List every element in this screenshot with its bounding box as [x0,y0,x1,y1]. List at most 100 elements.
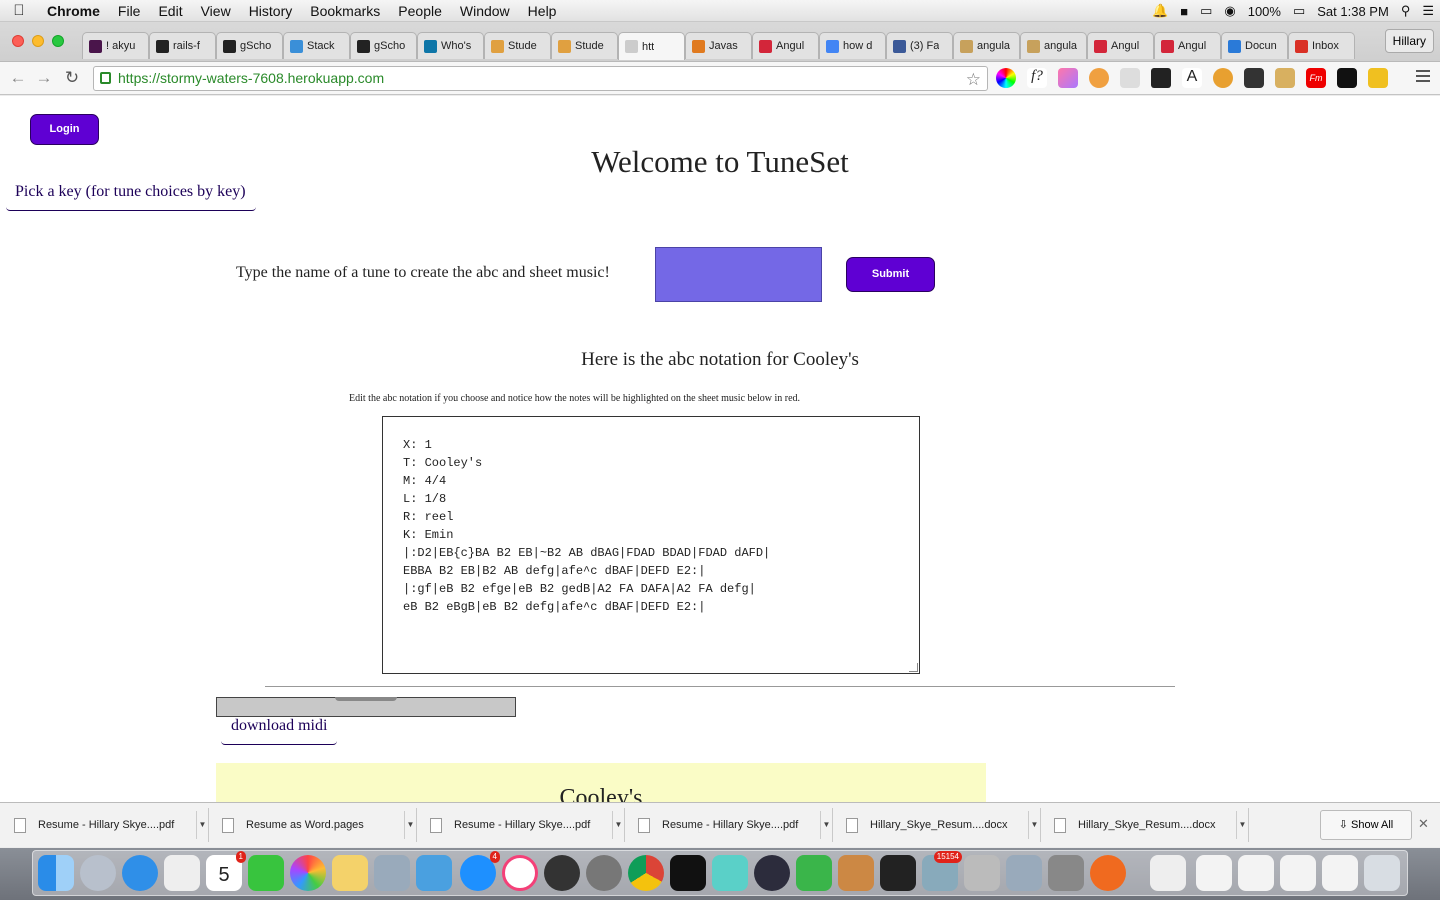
folder-stack-icon[interactable] [1280,855,1316,891]
browser-tab[interactable]: (3) Fa [886,32,953,59]
browser-tab[interactable]: how d [819,32,886,59]
download-menu-arrow-icon[interactable]: ▼ [404,811,416,839]
download-menu-arrow-icon[interactable]: ▼ [1236,811,1248,839]
battery-icon[interactable]: ▭ [1287,3,1311,19]
browser-tab[interactable]: Stude [484,32,551,59]
notification-bell-icon[interactable]: 🔔 [1146,3,1174,19]
textarea-resize-handle[interactable] [909,663,918,672]
tune-name-input[interactable] [655,247,822,302]
trash-icon[interactable] [1364,855,1400,891]
back-arrow-icon[interactable]: ← [8,68,28,88]
abc-notation-textarea[interactable]: X: 1 T: Cooley's M: 4/4 L: 1/8 R: reel K… [382,416,920,674]
browser-tab[interactable]: Javas [685,32,752,59]
preview-icon[interactable] [374,855,410,891]
app-store-icon[interactable]: 4 [460,851,500,891]
menu-help[interactable]: Help [519,3,566,19]
keynote-icon[interactable] [416,855,452,891]
app-menu-chrome[interactable]: Chrome [38,3,109,19]
download-item[interactable]: Resume - Hillary Skye....pdf ▼ [4,808,209,842]
menu-edit[interactable]: Edit [149,3,191,19]
whatfont-extension-icon[interactable]: f? [1027,68,1047,88]
download-item[interactable]: Hillary_Skye_Resum....docx ▼ [836,808,1041,842]
address-bar[interactable]: https://stormy-waters-7608.herokuapp.com… [93,66,988,91]
brackets-icon[interactable] [880,855,916,891]
menu-history[interactable]: History [240,3,302,19]
calendar-icon[interactable]: 51 [206,851,246,891]
menu-window[interactable]: Window [451,3,519,19]
browser-tab[interactable]: gScho [216,32,283,59]
launchpad-icon[interactable] [80,855,116,891]
download-item[interactable]: Resume as Word.pages ▼ [212,808,417,842]
zoom-window-button[interactable] [52,35,64,47]
browser-tab[interactable]: rails-f [149,32,216,59]
airplay-icon[interactable]: ▭ [1194,3,1218,19]
screen-extension-icon[interactable] [1244,68,1264,88]
close-downloads-icon[interactable]: ✕ [1418,816,1429,832]
itunes-icon[interactable] [502,855,538,891]
browser-tab[interactable]: gScho [350,32,417,59]
color-picker-extension-icon[interactable] [996,68,1016,88]
gradient-extension-icon[interactable] [1058,68,1078,88]
ruler-bar-extension-icon[interactable] [1368,68,1388,88]
menu-people[interactable]: People [389,3,451,19]
preview-doc-icon[interactable] [1006,855,1042,891]
download-menu-arrow-icon[interactable]: ▼ [820,811,832,839]
facetime-icon[interactable] [248,855,284,891]
browser-tab[interactable]: Docun [1221,32,1288,59]
browser-tab[interactable]: ! akyu [82,32,149,59]
menubar-clock[interactable]: Sat 1:38 PM [1311,4,1395,19]
minimize-window-button[interactable] [32,35,44,47]
photos-icon[interactable] [290,855,326,891]
reload-icon[interactable]: ↻ [62,68,82,88]
menu-bookmarks[interactable]: Bookmarks [301,3,389,19]
status-item-icon[interactable]: ■ [1174,4,1194,19]
profile-button[interactable]: Hillary [1384,29,1434,53]
wifi-icon[interactable]: ◉ [1218,3,1241,19]
browser-tab[interactable]: htt [618,32,685,60]
download-item[interactable]: Hillary_Skye_Resum....docx ▼ [1044,808,1249,842]
chrome-menu-icon[interactable] [1416,70,1430,85]
sequel-pro-icon[interactable] [838,855,874,891]
show-all-downloads-button[interactable]: ⇩ Show All [1320,810,1412,840]
download-midi-link[interactable]: download midi [221,717,337,745]
measure-extension-icon[interactable] [1275,68,1295,88]
calculator-icon[interactable] [1048,855,1084,891]
bookmark-star-icon[interactable]: ☆ [966,68,981,91]
apple-menu-icon[interactable]:  [0,2,38,19]
image-capture-icon[interactable] [964,855,1000,891]
browser-tab[interactable]: angula [1020,32,1087,59]
menu-file[interactable]: File [109,3,150,19]
system-preferences-icon[interactable] [586,855,622,891]
download-menu-arrow-icon[interactable]: ▼ [612,811,624,839]
postman-icon[interactable] [1090,855,1126,891]
browser-tab[interactable]: Stude [551,32,618,59]
safari-icon[interactable] [122,855,158,891]
close-window-button[interactable] [12,35,24,47]
download-menu-arrow-icon[interactable]: ▼ [1028,811,1040,839]
ruler-extension-icon[interactable] [1089,68,1109,88]
browser-tab[interactable]: Angul [1087,32,1154,59]
documents-stack-icon[interactable] [1150,855,1186,891]
screenshot-stack-icon[interactable] [1238,855,1274,891]
midi-player-handle[interactable] [335,697,397,701]
browser-tab[interactable]: Who's [417,32,484,59]
cursor-extension-icon[interactable] [1151,68,1171,88]
photos-library-icon[interactable]: 15154 [922,851,962,891]
atom-icon[interactable] [754,855,790,891]
mindnode-icon[interactable] [712,855,748,891]
dimensions-extension-icon[interactable] [1337,68,1357,88]
notes-icon[interactable] [332,855,368,891]
forward-arrow-icon[interactable]: → [34,68,54,88]
cookie-extension-icon[interactable] [1213,68,1233,88]
pick-key-dropdown[interactable]: Pick a key (for tune choices by key) [6,183,256,211]
font-matcher-extension-icon[interactable]: Fm [1306,68,1326,88]
font-size-extension-icon[interactable]: A [1182,68,1202,88]
finder-icon[interactable] [38,855,74,891]
submit-button[interactable]: Submit [846,257,935,292]
instruments-icon[interactable] [544,855,580,891]
terminal-icon[interactable] [670,855,706,891]
menu-view[interactable]: View [192,3,240,19]
app-grid-icon[interactable] [164,855,200,891]
browser-tab[interactable]: Stack [283,32,350,59]
browser-tab[interactable]: Angul [752,32,819,59]
